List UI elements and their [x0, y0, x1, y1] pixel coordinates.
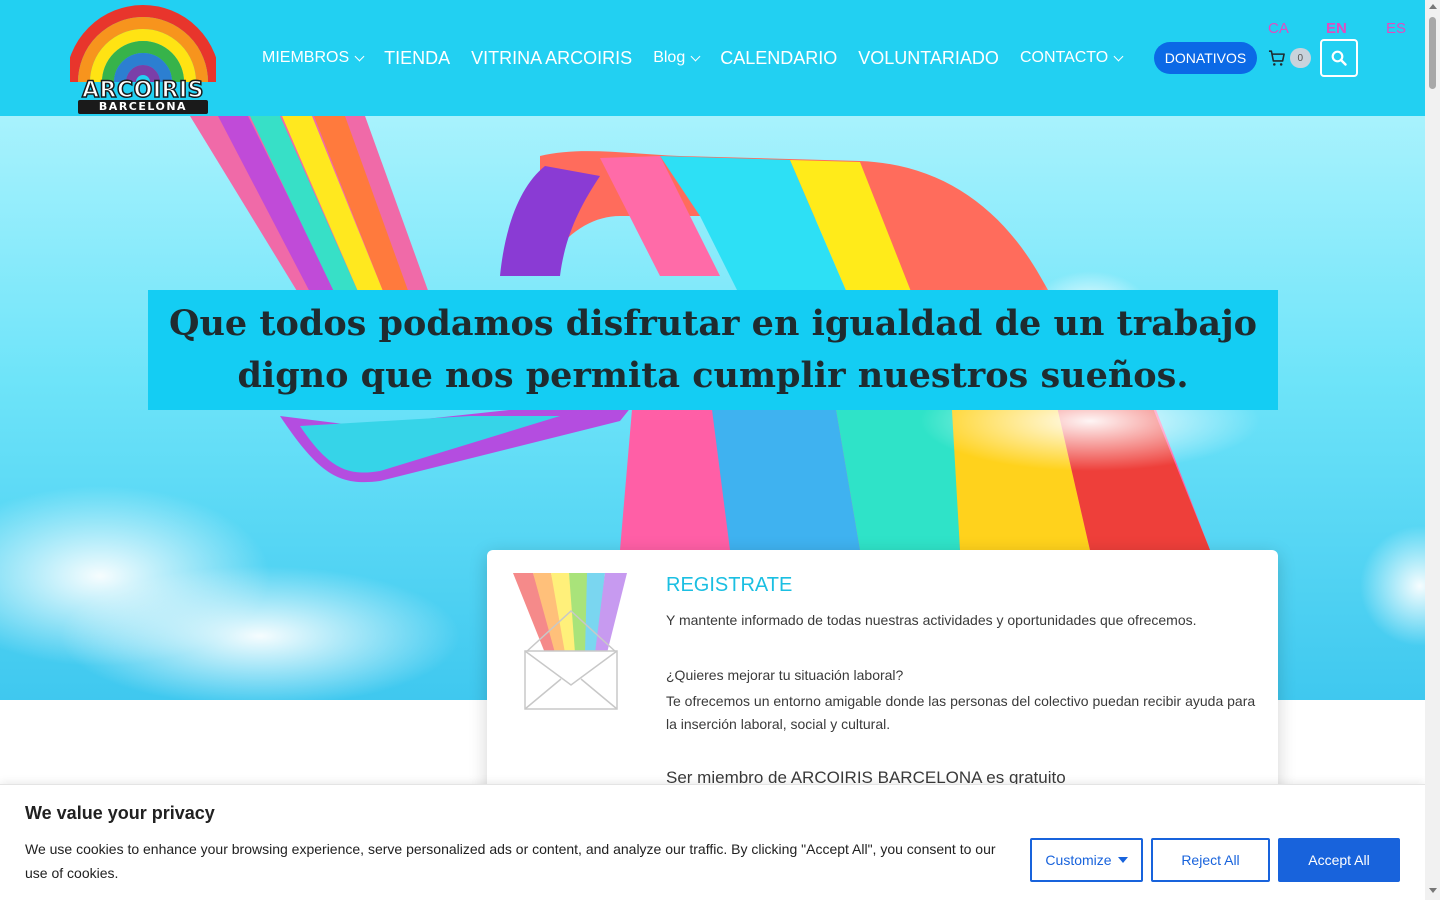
register-text-3: Te ofrecemos un entorno amigable donde l… [666, 693, 1256, 732]
nav-item-contacto[interactable]: CONTACTO [1019, 49, 1124, 67]
envelope-rainbow-icon [513, 573, 627, 710]
accept-all-button[interactable]: Accept All [1278, 838, 1400, 882]
nav-label: VOLUNTARIADO [858, 47, 999, 68]
site-logo[interactable]: ARCOIRIS BARCELONA [66, 4, 220, 114]
cart-button[interactable]: 0 [1267, 46, 1311, 70]
reject-all-button[interactable]: Reject All [1151, 838, 1270, 882]
page-scrollbar[interactable] [1425, 0, 1440, 900]
nav-label: MIEMBROS [262, 49, 350, 66]
nav-item-tienda[interactable]: TIENDA [384, 48, 450, 69]
nav-item-voluntariado[interactable]: VOLUNTARIADO [858, 48, 999, 69]
nav-label: Blog [653, 49, 686, 66]
chevron-down-icon [354, 51, 365, 61]
hero-headline-box: Que todos podamos disfrutar en igualdad … [148, 290, 1278, 410]
donate-button[interactable]: DONATIVOS [1154, 42, 1257, 74]
customize-label: Customize [1045, 852, 1112, 868]
lang-en[interactable]: EN [1326, 20, 1347, 37]
site-header: ARCOIRIS BARCELONA MIEMBROS TIENDA VITRI… [0, 0, 1425, 116]
lang-es[interactable]: ES [1386, 20, 1406, 37]
search-icon [1331, 50, 1347, 66]
nav-item-miembros[interactable]: MIEMBROS [262, 49, 365, 67]
nav-label: CONTACTO [1019, 49, 1109, 66]
logo-text-sub: BARCELONA [78, 100, 208, 114]
lang-ca[interactable]: CA [1268, 20, 1289, 37]
nav-item-blog[interactable]: Blog [653, 49, 701, 67]
chevron-down-icon [1113, 51, 1124, 61]
customize-button[interactable]: Customize [1030, 838, 1143, 882]
cookie-banner: We value your privacy We use cookies to … [0, 784, 1425, 900]
nav-label: CALENDARIO [720, 47, 838, 68]
cookie-text: We use cookies to enhance your browsing … [25, 841, 996, 881]
nav-label: TIENDA [384, 47, 451, 68]
main-nav: MIEMBROS TIENDA VITRINA ARCOIRIS Blog CA… [262, 42, 1143, 74]
scroll-up-arrow-icon[interactable] [1429, 4, 1437, 9]
register-card: REGISTRATE Y mantente informado de todas… [487, 550, 1278, 810]
cart-count-badge: 0 [1289, 48, 1311, 68]
register-text-2: ¿Quieres mejorar tu situación laboral? [666, 667, 904, 683]
nav-label: VITRINA ARCOIRIS [471, 47, 633, 68]
caret-down-icon [1117, 857, 1128, 863]
hero-headline: Que todos podamos disfrutar en igualdad … [168, 303, 1258, 396]
nav-item-calendario[interactable]: CALENDARIO [720, 48, 837, 69]
scrollbar-thumb[interactable] [1429, 17, 1436, 89]
nav-item-vitrina[interactable]: VITRINA ARCOIRIS [471, 48, 632, 69]
search-button[interactable] [1320, 39, 1358, 77]
register-text-1: Y mantente informado de todas nuestras a… [666, 612, 1197, 628]
register-title[interactable]: REGISTRATE [666, 574, 792, 597]
rainbow-logo-icon [66, 5, 220, 83]
scroll-down-arrow-icon[interactable] [1429, 888, 1437, 893]
cart-icon [1268, 50, 1285, 66]
cookie-title: We value your privacy [25, 803, 215, 823]
chevron-down-icon [690, 51, 701, 61]
